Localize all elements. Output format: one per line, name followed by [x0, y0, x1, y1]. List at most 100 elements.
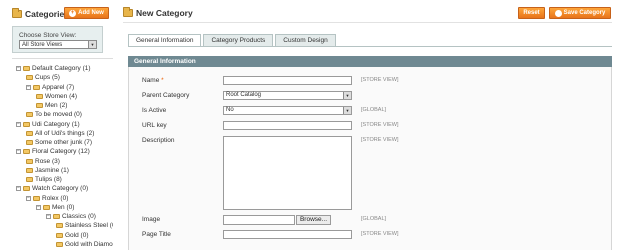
collapse-toggle-icon[interactable]: −: [16, 121, 21, 127]
tree-item-label: Stainless Steel (0): [65, 222, 113, 230]
tree-item[interactable]: − Rolex (0): [26, 194, 68, 203]
collapse-toggle-icon[interactable]: −: [16, 149, 21, 155]
folder-icon: [33, 84, 40, 90]
page-title-input[interactable]: [223, 230, 352, 239]
description-scope: [STORE VIEW]: [361, 137, 399, 143]
image-label: Image: [142, 216, 161, 223]
add-new-button[interactable]: + Add New: [64, 7, 109, 19]
page-title-label: Page Title: [142, 231, 171, 238]
folder-icon: [56, 223, 63, 229]
folder-icon: [26, 177, 33, 182]
is-active-select[interactable]: No ▼: [223, 106, 352, 115]
page-header: New Category: [123, 6, 193, 20]
name-label: Name *: [142, 77, 164, 84]
folder-icon: [56, 241, 63, 247]
collapse-toggle-icon[interactable]: −: [26, 84, 31, 90]
store-view-select[interactable]: All Store Views ▼: [19, 40, 97, 49]
url-key-scope: [STORE VIEW]: [361, 122, 399, 128]
tree-item[interactable]: Gold with Diamon: [56, 240, 113, 249]
store-view-switcher: Choose Store View: All Store Views ▼: [12, 26, 103, 53]
browse-button[interactable]: Browse...: [296, 215, 331, 225]
folder-icon: [26, 130, 33, 136]
tree-item[interactable]: Tulips (8): [26, 175, 62, 184]
folder-icon: [43, 204, 50, 210]
tree-item-label: Tulips (8): [35, 176, 62, 183]
tree-item-label: Floral Category (12): [32, 148, 90, 156]
tree-item[interactable]: − Watch Category (0): [16, 184, 88, 193]
tree-item[interactable]: Stainless Steel (0): [56, 221, 113, 230]
tree-item[interactable]: Women (4): [36, 92, 77, 101]
tree-item-label: Udi Category (1): [32, 120, 80, 128]
folder-icon: [23, 149, 30, 155]
folder-icon: [12, 8, 22, 18]
tree-item-label: Cups (5): [35, 74, 60, 82]
folder-icon: [26, 140, 33, 145]
save-category-label: Save Category: [563, 10, 606, 16]
tree-item-label: Men (0): [52, 203, 75, 211]
description-textarea[interactable]: [223, 136, 352, 210]
name-label-text: Name: [142, 77, 160, 84]
parent-category-select[interactable]: Root Catalog ▼: [223, 91, 352, 100]
tree-item[interactable]: − Men (0): [36, 203, 74, 212]
general-information-form: Name * [STORE VIEW] Parent Category Root…: [128, 67, 612, 250]
tree-item-label: Default Category (1): [32, 65, 91, 72]
image-file-input[interactable]: [223, 215, 295, 225]
parent-category-value: Root Catalog: [226, 92, 262, 98]
tree-item[interactable]: Gold (0): [56, 231, 88, 240]
parent-category-label: Parent Category: [142, 92, 190, 99]
collapse-toggle-icon[interactable]: −: [26, 195, 31, 201]
tabs-divider: [128, 46, 612, 47]
folder-icon: [26, 158, 33, 164]
folder-icon: [23, 121, 30, 127]
tree-item[interactable]: To be moved (0): [26, 110, 82, 119]
tree-item-label: Watch Category (0): [32, 185, 89, 193]
folder-icon: [53, 214, 60, 219]
name-input[interactable]: [223, 76, 352, 85]
sidebar-title: Categories: [25, 9, 69, 19]
is-active-scope: [GLOBAL]: [361, 107, 387, 113]
is-active-label: Is Active: [142, 107, 167, 114]
folder-icon: [36, 93, 43, 99]
tree-item[interactable]: − Floral Category (12): [16, 147, 90, 156]
name-scope: [STORE VIEW]: [361, 77, 399, 83]
chevron-down-icon: ▼: [343, 107, 351, 114]
folder-icon: [23, 66, 30, 71]
tree-item[interactable]: − Default Category (1): [16, 64, 91, 73]
section-header: General Information: [128, 56, 612, 67]
tree-item[interactable]: Men (2): [36, 101, 67, 110]
tree-item-label: To be moved (0): [35, 111, 82, 119]
collapse-toggle-icon[interactable]: −: [16, 186, 21, 192]
header-divider: [123, 22, 612, 23]
tree-item[interactable]: Jasmine (1): [26, 166, 69, 175]
tree-item[interactable]: Some other junk (7): [26, 138, 92, 147]
add-new-label: Add New: [78, 10, 104, 16]
tree-item[interactable]: Cups (5): [26, 73, 60, 82]
image-scope: [GLOBAL]: [361, 216, 387, 222]
description-label: Description: [142, 137, 175, 144]
url-key-input[interactable]: [223, 121, 352, 130]
folder-icon: [56, 232, 63, 238]
tree-item[interactable]: − Classics (0): [46, 212, 96, 221]
tree-item-label: Some other junk (7): [35, 139, 93, 146]
tree-item-label: Rose (3): [35, 157, 60, 165]
collapse-toggle-icon[interactable]: −: [16, 66, 21, 71]
page-title: New Category: [136, 8, 193, 18]
folder-icon: [33, 195, 40, 201]
tree-item-label: Gold with Diamon: [65, 240, 113, 248]
tree-item-label: Rolex (0): [42, 194, 69, 202]
tree-item[interactable]: All of Udi's things (2): [26, 129, 94, 138]
required-marker: *: [161, 77, 164, 84]
is-active-value: No: [226, 107, 234, 113]
collapse-toggle-icon[interactable]: −: [36, 204, 41, 210]
collapse-toggle-icon[interactable]: −: [46, 214, 51, 219]
save-category-button[interactable]: Save Category: [549, 7, 611, 19]
tree-item[interactable]: − Udi Category (1): [16, 120, 80, 129]
chevron-down-icon: ▼: [88, 41, 96, 48]
tree-item[interactable]: Rose (3): [26, 157, 60, 166]
reset-button[interactable]: Reset: [518, 7, 545, 19]
folder-icon: [26, 112, 33, 118]
folder-icon: [123, 7, 133, 17]
tree-item-label: Jasmine (1): [35, 166, 69, 174]
tree-item[interactable]: − Apparel (7): [26, 83, 74, 92]
tree-item-label: Classics (0): [62, 213, 96, 220]
